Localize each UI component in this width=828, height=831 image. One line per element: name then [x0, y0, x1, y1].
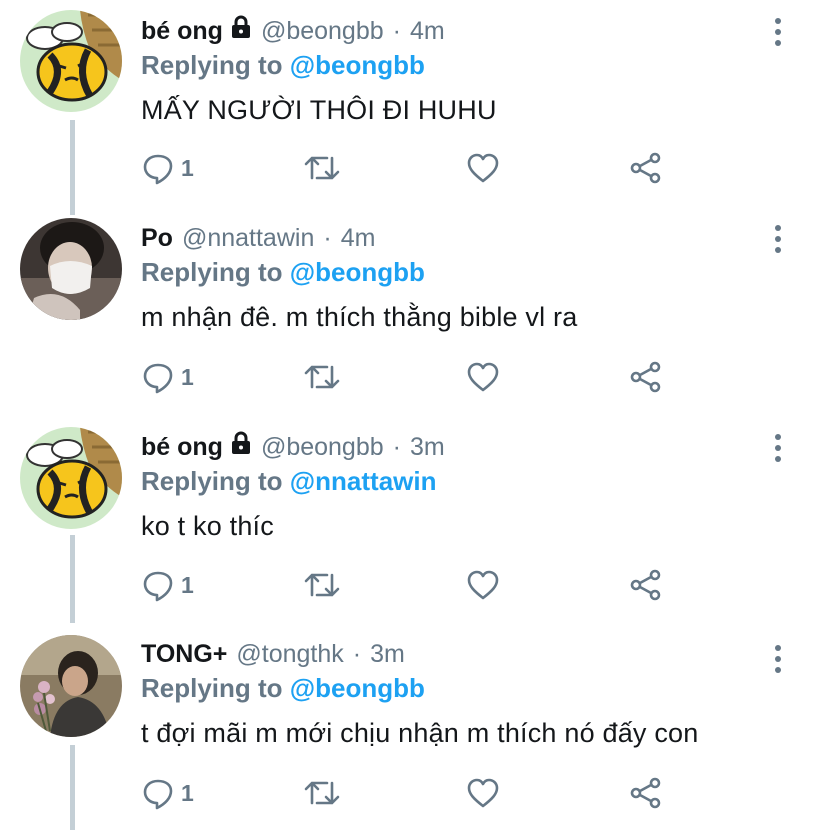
- avatar[interactable]: [20, 218, 122, 320]
- reply-user-link[interactable]: @beongbb: [290, 50, 425, 80]
- reply-user-link[interactable]: @beongbb: [290, 673, 425, 703]
- separator-dot: ·: [323, 224, 332, 252]
- heart-icon: [467, 570, 499, 600]
- lock-icon: [231, 430, 251, 464]
- tweet-text: ko t ko thíc: [141, 511, 274, 541]
- share-button[interactable]: [629, 565, 663, 605]
- more-options-icon[interactable]: [774, 645, 782, 678]
- tweet[interactable]: Po @nnattawin · 4m Replying to @beongbb …: [0, 207, 828, 415]
- share-button[interactable]: [629, 773, 663, 813]
- action-bar: 1: [141, 148, 681, 188]
- share-icon: [630, 777, 661, 809]
- share-button[interactable]: [629, 148, 663, 188]
- action-bar: 1: [141, 357, 681, 397]
- replying-to: Replying to @beongbb: [141, 254, 768, 290]
- reply-button[interactable]: 1: [141, 148, 194, 188]
- tweet-text: t đợi mãi m mới chịu nhận m thích nó đấy…: [141, 718, 699, 748]
- reply-button[interactable]: 1: [141, 357, 194, 397]
- retweet-button[interactable]: [303, 148, 341, 188]
- like-button[interactable]: [466, 148, 500, 188]
- bee-avatar-icon: [20, 427, 122, 529]
- replying-to: Replying to @beongbb: [141, 47, 768, 83]
- like-button[interactable]: [466, 565, 500, 605]
- more-options-icon[interactable]: [774, 434, 782, 467]
- separator-dot: ·: [352, 640, 362, 668]
- reply-icon: [143, 571, 173, 602]
- retweet-icon: [304, 156, 340, 180]
- display-name[interactable]: TONG+: [141, 637, 227, 671]
- separator-dot: ·: [392, 433, 401, 461]
- share-icon: [630, 152, 661, 184]
- separator-dot: ·: [392, 17, 401, 45]
- lock-icon: [231, 14, 251, 48]
- tweet[interactable]: bé ong @beongbb · 4m Replying to @beongb…: [0, 0, 828, 208]
- replying-to: Replying to @beongbb: [141, 670, 768, 706]
- tweet[interactable]: TONG+ @tongthk · 3m Replying to @beongbb…: [0, 623, 828, 831]
- handle[interactable]: @nnattawin: [182, 221, 314, 255]
- reply-user-link[interactable]: @nnattawin: [290, 466, 437, 496]
- tweet-text: MẤY NGƯỜI THÔI ĐI HUHU: [141, 95, 497, 125]
- reply-button[interactable]: 1: [141, 565, 194, 605]
- display-name[interactable]: bé ong: [141, 14, 223, 48]
- share-icon: [630, 361, 661, 393]
- reply-count: 1: [181, 571, 194, 598]
- retweet-button[interactable]: [303, 773, 341, 813]
- retweet-icon: [304, 365, 340, 389]
- replying-to-label: Replying to: [141, 673, 283, 703]
- avatar[interactable]: [20, 427, 122, 529]
- tweet[interactable]: bé ong @beongbb · 3m Replying to @nnatta…: [0, 416, 828, 624]
- tweet-text: m nhận đê. m thích thằng bible vl ra: [141, 302, 578, 332]
- reply-icon: [143, 779, 173, 810]
- more-options-icon[interactable]: [774, 18, 782, 51]
- replying-to: Replying to @nnattawin: [141, 463, 768, 499]
- reply-button[interactable]: 1: [141, 773, 194, 813]
- avatar[interactable]: [20, 10, 122, 112]
- handle[interactable]: @beongbb: [261, 14, 384, 48]
- replying-to-label: Replying to: [141, 466, 283, 496]
- reply-icon: [143, 363, 173, 394]
- action-bar: 1: [141, 773, 681, 813]
- timestamp[interactable]: 3m: [370, 637, 405, 671]
- retweet-button[interactable]: [303, 565, 341, 605]
- share-icon: [630, 569, 661, 601]
- reply-icon: [143, 154, 173, 185]
- reply-count: 1: [181, 363, 194, 390]
- heart-icon: [467, 362, 499, 392]
- timestamp[interactable]: 4m: [410, 14, 445, 48]
- reply-user-link[interactable]: @beongbb: [290, 257, 425, 287]
- handle[interactable]: @beongbb: [261, 430, 384, 464]
- bee-avatar-icon: [20, 10, 122, 112]
- action-bar: 1: [141, 565, 681, 605]
- heart-icon: [467, 778, 499, 808]
- handle[interactable]: @tongthk: [236, 637, 343, 671]
- retweet-button[interactable]: [303, 357, 341, 397]
- retweet-icon: [304, 573, 340, 597]
- avatar[interactable]: [20, 635, 122, 737]
- display-name[interactable]: Po: [141, 221, 173, 255]
- person-mask-avatar-icon: [20, 218, 122, 320]
- like-button[interactable]: [466, 773, 500, 813]
- reply-count: 1: [181, 779, 194, 806]
- reply-count: 1: [181, 154, 194, 181]
- retweet-icon: [304, 781, 340, 805]
- replying-to-label: Replying to: [141, 257, 283, 287]
- display-name[interactable]: bé ong: [141, 430, 223, 464]
- heart-icon: [467, 153, 499, 183]
- share-button[interactable]: [629, 357, 663, 397]
- person-flowers-avatar-icon: [20, 635, 122, 737]
- timestamp[interactable]: 4m: [341, 221, 376, 255]
- replying-to-label: Replying to: [141, 50, 283, 80]
- more-options-icon[interactable]: [774, 225, 782, 258]
- timestamp[interactable]: 3m: [410, 430, 445, 464]
- like-button[interactable]: [466, 357, 500, 397]
